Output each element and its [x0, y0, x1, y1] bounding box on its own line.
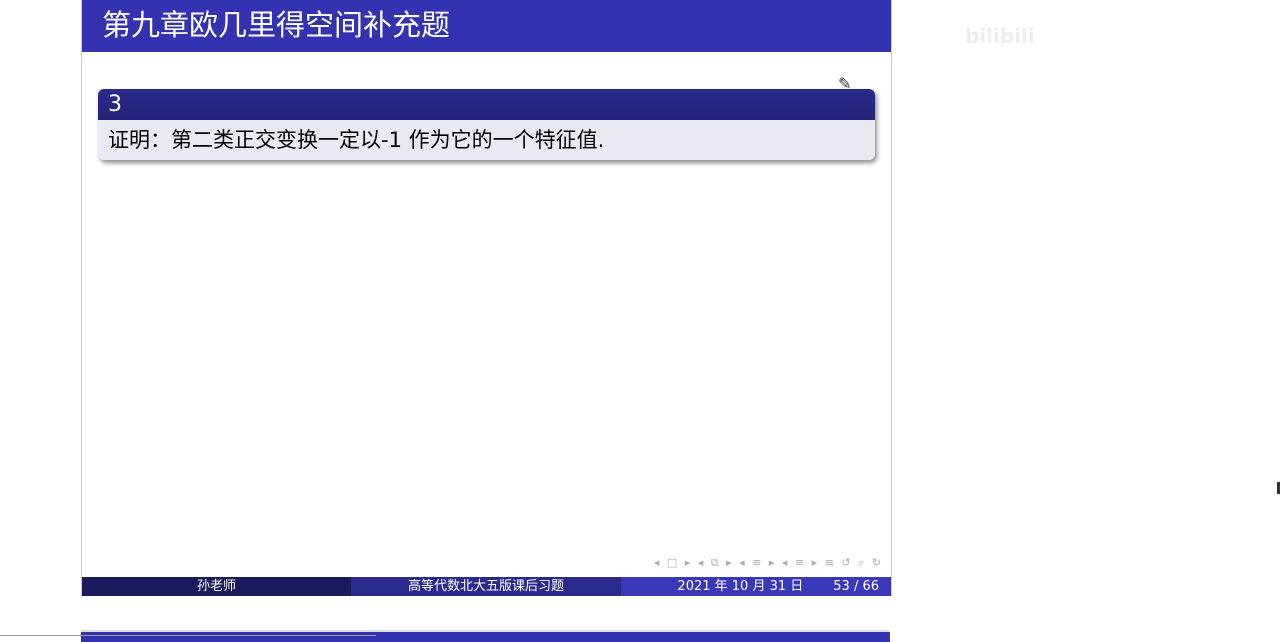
block-body: 证明：第二类正交变换一定以-1 作为它的一个特征值.: [98, 120, 875, 160]
beamer-navigation-icons[interactable]: ◂ □ ▸ ◂ ⧉ ▸ ◂ ≡ ▸ ◂ ≡ ▸ ≡ ↺ ⌕ ↻: [654, 556, 883, 570]
next-slide-strip: [81, 630, 890, 642]
slide: 第九章欧几里得空间补充题 ✎ 3 证明：第二类正交变换一定以-1 作为它的一个特…: [81, 0, 892, 596]
slide-title: 第九章欧几里得空间补充题: [82, 0, 891, 52]
footer-date-page: 2021 年 10 月 31 日 53 / 66: [621, 577, 891, 596]
progress-line: [0, 635, 376, 636]
footer-course: 高等代数北大五版课后习题: [351, 577, 621, 596]
block-title: 3: [98, 89, 875, 120]
footer: 孙老师 高等代数北大五版课后习题 2021 年 10 月 31 日 53 / 6…: [82, 577, 891, 596]
footer-author: 孙老师: [82, 577, 351, 596]
bilibili-watermark-logo: bilibili: [965, 24, 1035, 48]
footer-page: 53 / 66: [833, 579, 879, 594]
footer-date: 2021 年 10 月 31 日: [677, 579, 804, 594]
theorem-block: 3 证明：第二类正交变换一定以-1 作为它的一个特征值.: [98, 89, 875, 160]
